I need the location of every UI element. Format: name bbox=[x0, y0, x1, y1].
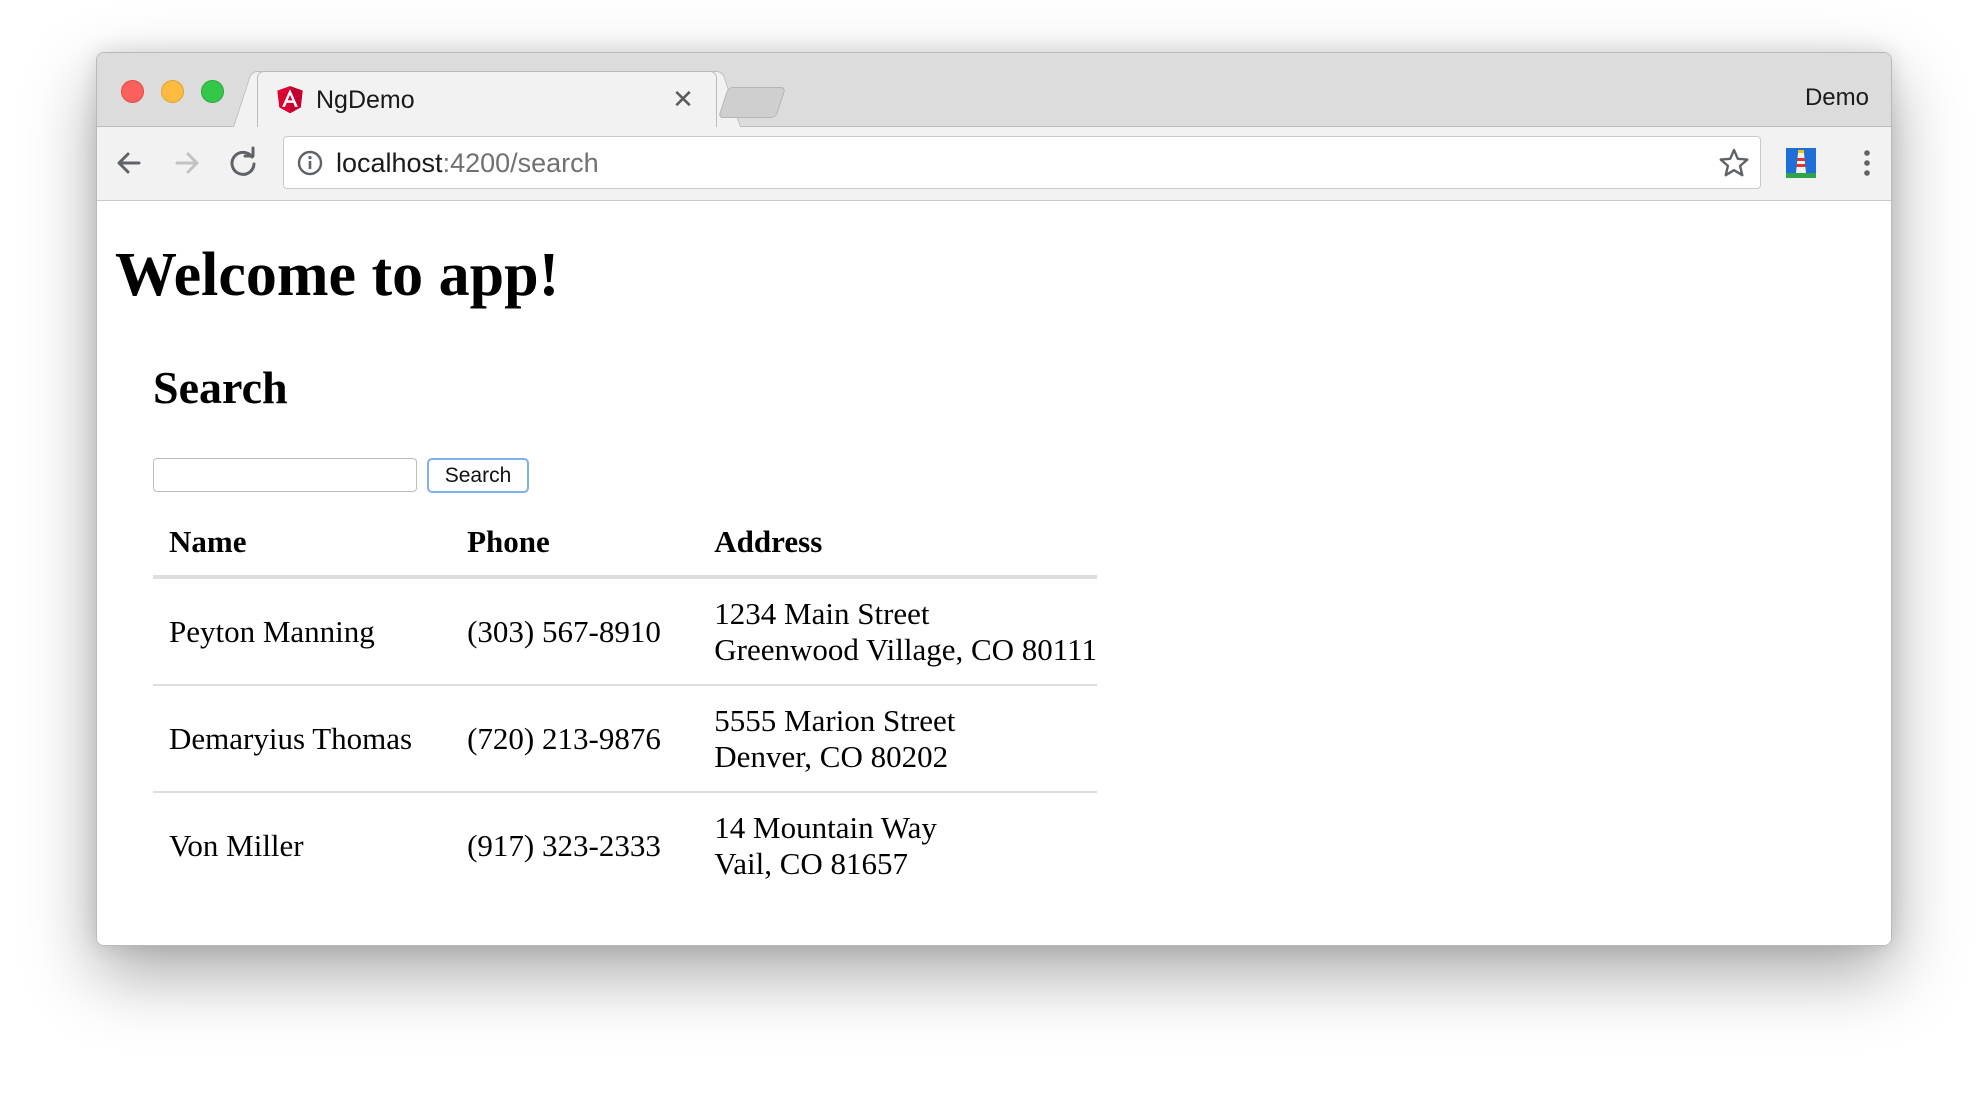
cell-name: Demaryius Thomas bbox=[153, 685, 452, 793]
cell-address: 1234 Main Street Greenwood Village, CO 8… bbox=[698, 577, 1097, 686]
table-row: Peyton Manning (303) 567-8910 1234 Main … bbox=[153, 577, 1097, 686]
maximize-window-button[interactable] bbox=[201, 80, 224, 103]
cell-phone: (917) 323-2333 bbox=[467, 827, 661, 863]
cell-address: 14 Mountain Way Vail, CO 81657 bbox=[698, 792, 1097, 898]
close-icon[interactable]: ✕ bbox=[668, 84, 698, 114]
search-heading: Search bbox=[153, 362, 288, 413]
search-button[interactable]: Search bbox=[427, 458, 529, 493]
close-window-button[interactable] bbox=[121, 80, 144, 103]
column-header-address: Address bbox=[698, 509, 1097, 579]
url-host: localhost bbox=[336, 148, 443, 178]
column-header-name: Name bbox=[153, 509, 452, 579]
table-row: Demaryius Thomas (720) 213-9876 5555 Mar… bbox=[153, 685, 1097, 793]
url-text[interactable]: localhost:4200/search bbox=[336, 145, 599, 181]
info-icon[interactable] bbox=[296, 149, 324, 177]
star-icon[interactable] bbox=[1718, 147, 1750, 179]
new-tab-button[interactable] bbox=[717, 87, 787, 118]
address-line-1: 5555 Marion Street bbox=[714, 702, 956, 738]
address-line-1: 1234 Main Street bbox=[714, 595, 930, 631]
address-line-2: Greenwood Village, CO 80111 bbox=[714, 631, 1097, 667]
table-row: Von Miller (917) 323-2333 14 Mountain Wa… bbox=[153, 792, 1097, 898]
profile-name[interactable]: Demo bbox=[1805, 81, 1869, 115]
arrow-left-icon[interactable] bbox=[109, 143, 149, 183]
page-content: Welcome to app! Search Search Name Phone… bbox=[97, 201, 1891, 945]
browser-toolbar: localhost:4200/search bbox=[97, 127, 1891, 201]
page-title: Welcome to app! bbox=[115, 241, 560, 309]
title-bar: NgDemo ✕ Demo bbox=[97, 53, 1891, 128]
address-bar[interactable]: localhost:4200/search bbox=[283, 136, 1761, 189]
vertical-dots-menu-icon[interactable] bbox=[1849, 145, 1885, 181]
cell-address: 5555 Marion Street Denver, CO 80202 bbox=[698, 685, 1097, 793]
arrow-right-icon[interactable] bbox=[167, 143, 207, 183]
results-table: Name Phone Address Peyton Manning (303) … bbox=[153, 509, 1097, 898]
search-input[interactable] bbox=[153, 458, 417, 492]
cell-phone: (303) 567-8910 bbox=[451, 577, 699, 686]
reload-icon[interactable] bbox=[223, 143, 263, 183]
address-line-2: Denver, CO 80202 bbox=[714, 738, 949, 774]
tab-title: NgDemo bbox=[316, 86, 415, 114]
url-path: :4200/search bbox=[442, 148, 599, 178]
cell-name: Peyton Manning bbox=[153, 577, 452, 686]
lighthouse-extension-icon[interactable] bbox=[1785, 147, 1817, 179]
address-line-1: 14 Mountain Way bbox=[714, 809, 937, 845]
minimize-window-button[interactable] bbox=[161, 80, 184, 103]
column-header-phone: Phone bbox=[451, 509, 699, 579]
cell-name: Von Miller bbox=[169, 827, 304, 863]
cell-phone: (720) 213-9876 bbox=[451, 685, 699, 793]
browser-window: NgDemo ✕ Demo localhost:4200/search Welc… bbox=[96, 52, 1892, 946]
address-line-2: Vail, CO 81657 bbox=[714, 845, 909, 881]
angular-logo-icon bbox=[277, 86, 303, 114]
table-header-row: Name Phone Address bbox=[153, 509, 1097, 579]
